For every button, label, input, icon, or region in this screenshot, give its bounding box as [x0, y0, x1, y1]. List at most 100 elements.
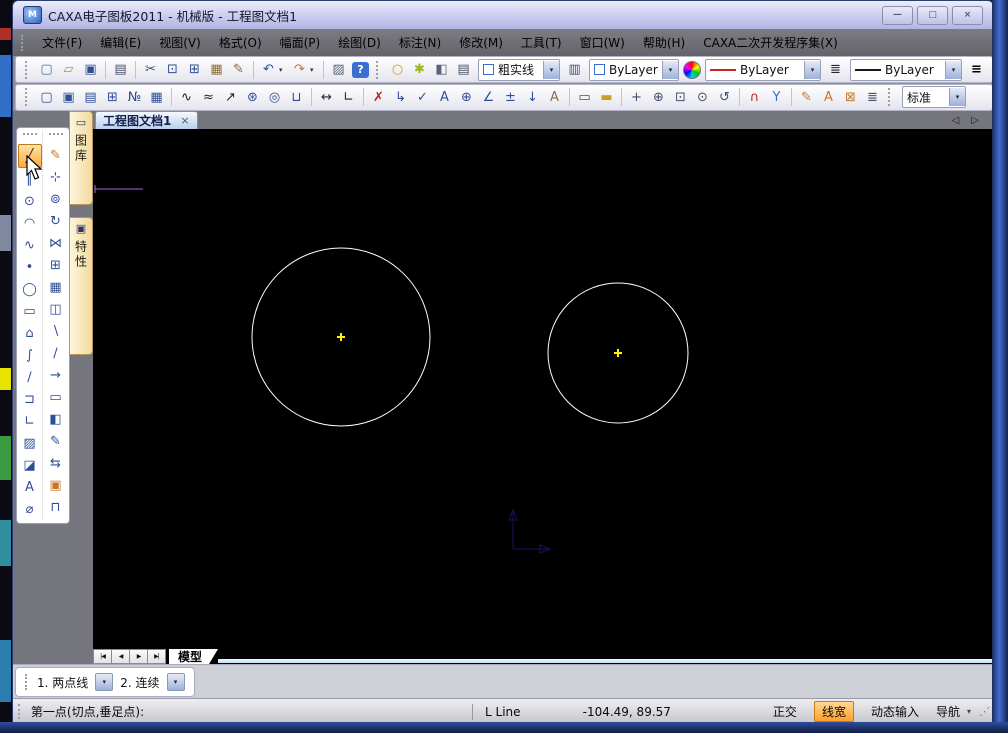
- tab-close-icon[interactable]: ×: [180, 114, 189, 127]
- check-dim-icon[interactable]: ✓: [412, 87, 433, 107]
- toggle-lineweight[interactable]: 线宽: [814, 701, 854, 722]
- tool-polygon[interactable]: ⌂: [19, 322, 41, 344]
- save-file-icon[interactable]: ▣: [80, 60, 101, 80]
- tool-ellipse[interactable]: ◯: [19, 278, 41, 300]
- tool-mirror[interactable]: ⋈: [45, 232, 67, 254]
- curve-trim-icon[interactable]: ✗: [368, 87, 389, 107]
- minimize-button[interactable]: —: [882, 6, 913, 25]
- redo-dropdown-icon[interactable]: ▾: [310, 66, 319, 74]
- tool-copy-entity[interactable]: ⊚: [45, 188, 67, 210]
- bom-table-icon[interactable]: ▦: [146, 87, 167, 107]
- menu-item-5[interactable]: 绘图(D): [329, 30, 390, 55]
- tool-dimension[interactable]: ⌀: [19, 498, 41, 520]
- tool-point[interactable]: •: [19, 256, 41, 278]
- wave-line-icon[interactable]: ∿: [176, 87, 197, 107]
- tool-print-preview[interactable]: ▣: [45, 474, 67, 496]
- menu-item-4[interactable]: 幅面(P): [271, 30, 330, 55]
- linetype-combo-arrow-icon[interactable]: ▾: [804, 61, 820, 79]
- tool-frame[interactable]: ▭: [45, 386, 67, 408]
- tool-edit-dimension[interactable]: ✎: [45, 430, 67, 452]
- redo-icon[interactable]: ↷: [289, 60, 310, 80]
- tool-spline[interactable]: ∿: [19, 234, 41, 256]
- drawing-canvas[interactable]: [93, 129, 993, 649]
- horizontal-scrollbar[interactable]: [218, 659, 993, 663]
- layer-combo-arrow-icon[interactable]: ▾: [543, 61, 559, 79]
- dim-linear-icon[interactable]: ↔: [316, 87, 337, 107]
- prev-sheet-button[interactable]: ◀: [111, 649, 129, 664]
- tool-parallel-line[interactable]: ∥: [19, 168, 41, 190]
- document-tab-active[interactable]: 工程图文档1 ×: [95, 111, 198, 129]
- color-wheel-icon[interactable]: [683, 61, 701, 79]
- menu-item-1[interactable]: 编辑(E): [91, 30, 150, 55]
- zoom-window-icon[interactable]: ⊡: [670, 87, 691, 107]
- zoom-in-icon[interactable]: ⊕: [648, 87, 669, 107]
- navigation-dropdown-icon[interactable]: ▾: [967, 707, 971, 716]
- menu-item-8[interactable]: 工具(T): [512, 30, 571, 55]
- tool-circle[interactable]: ⊙: [19, 190, 41, 212]
- tool-hole-shaft[interactable]: ⊐: [19, 388, 41, 410]
- tool-text[interactable]: A: [19, 476, 41, 498]
- paste-icon[interactable]: ▦: [206, 60, 227, 80]
- tool-hatch[interactable]: ▨: [19, 432, 41, 454]
- style-combo-arrow-icon[interactable]: ▾: [949, 88, 965, 106]
- roughness-icon[interactable]: ⊕: [456, 87, 477, 107]
- datum-code-icon[interactable]: A: [434, 87, 455, 107]
- option-grip[interactable]: [25, 674, 30, 690]
- status-grip[interactable]: [18, 704, 23, 719]
- ole-object-icon[interactable]: ▨: [328, 60, 349, 80]
- resize-grip[interactable]: ⋰: [979, 705, 993, 718]
- toggle-ortho[interactable]: 正交: [773, 703, 797, 720]
- toolbar-grip[interactable]: [25, 61, 31, 79]
- model-tab[interactable]: 模型: [169, 649, 218, 664]
- block-edit-icon[interactable]: ⊠: [840, 87, 861, 107]
- menu-item-7[interactable]: 修改(M): [450, 30, 512, 55]
- print-icon[interactable]: ▤: [110, 60, 131, 80]
- title-bar[interactable]: M CAXA电子图板2011 - 机械版 - 工程图文档1 — □ ×: [13, 1, 993, 29]
- new-file-icon[interactable]: ▢: [36, 60, 57, 80]
- close-button[interactable]: ×: [952, 6, 983, 25]
- object-snap-icon[interactable]: ∩: [744, 87, 765, 107]
- color-combo[interactable]: ByLayer▾: [589, 59, 679, 81]
- tool-clip[interactable]: ◫: [45, 298, 67, 320]
- line-mode-dropdown-icon[interactable]: ▾: [95, 673, 113, 691]
- menu-item-6[interactable]: 标注(N): [390, 30, 450, 55]
- tool-formula-curve[interactable]: ∫: [19, 344, 41, 366]
- side-tab-library[interactable]: ▭图库: [69, 111, 93, 205]
- screen-display-icon[interactable]: ▭: [574, 87, 595, 107]
- menu-item-9[interactable]: 窗口(W): [571, 30, 634, 55]
- zigzag-line-icon[interactable]: ≈: [198, 87, 219, 107]
- node-edit-icon[interactable]: Y: [766, 87, 787, 107]
- tool-hide[interactable]: ◧: [45, 408, 67, 430]
- lineweight-combo-arrow-icon[interactable]: ▾: [945, 61, 961, 79]
- undo-dropdown-icon[interactable]: ▾: [279, 66, 288, 74]
- text-annotation-icon[interactable]: A: [544, 87, 565, 107]
- serial-number-icon[interactable]: №: [124, 87, 145, 107]
- tool-rectangle[interactable]: ▭: [19, 300, 41, 322]
- sketch-edit-icon[interactable]: ✎: [796, 87, 817, 107]
- layer-manager-icon[interactable]: ▥: [564, 60, 585, 80]
- parameter-block-icon[interactable]: ⊞: [102, 87, 123, 107]
- help-icon[interactable]: ?: [352, 62, 369, 78]
- dim-coordinate-icon[interactable]: ∟: [338, 87, 359, 107]
- tool-rotate[interactable]: ↻: [45, 210, 67, 232]
- linetype-combo[interactable]: ByLayer▾: [705, 59, 821, 81]
- cut-icon[interactable]: ✂: [140, 60, 161, 80]
- lineweight-bold-icon[interactable]: ≡: [966, 60, 987, 80]
- tool-erase[interactable]: ✎: [45, 144, 67, 166]
- tool-arc[interactable]: ◠: [19, 212, 41, 234]
- linetype-manager-icon[interactable]: ≣: [825, 60, 846, 80]
- tool-block[interactable]: ◪: [19, 454, 41, 476]
- layer-lock-icon[interactable]: ◧: [431, 60, 452, 80]
- copy-with-basepoint-icon[interactable]: ⊞: [184, 60, 205, 80]
- style-combo[interactable]: 标准▾: [902, 86, 966, 108]
- text-style-icon[interactable]: A: [818, 87, 839, 107]
- tool-segment-line[interactable]: ∕: [19, 366, 41, 388]
- tool-axis[interactable]: ∟: [19, 410, 41, 432]
- leader-note-icon[interactable]: ↳: [390, 87, 411, 107]
- color-combo-arrow-icon[interactable]: ▾: [662, 61, 678, 79]
- angle-dim-icon[interactable]: ∠: [478, 87, 499, 107]
- tool-stretch[interactable]: →: [45, 364, 67, 386]
- tab-scroll-left-icon[interactable]: ◁: [952, 115, 960, 126]
- menu-item-11[interactable]: CAXA二次开发程序集(X): [694, 30, 847, 55]
- contour-icon[interactable]: ⊛: [242, 87, 263, 107]
